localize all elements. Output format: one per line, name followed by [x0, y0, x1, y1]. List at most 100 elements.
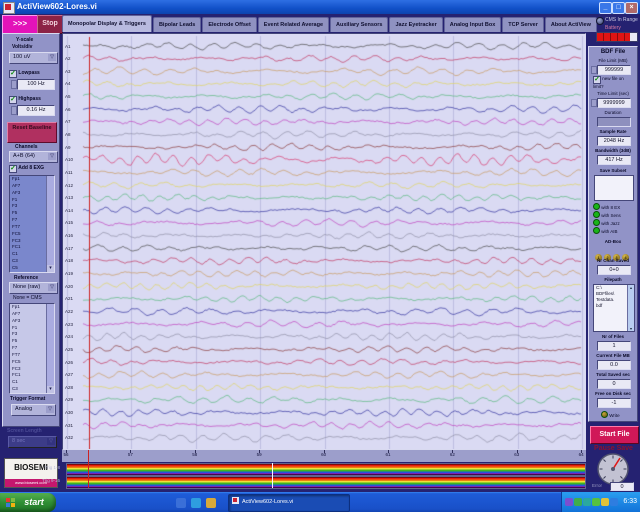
electrode-item[interactable]: AF7: [10, 311, 47, 318]
spinner-icon[interactable]: [591, 99, 597, 107]
tray-icon-4[interactable]: [592, 498, 600, 506]
electrode-item[interactable]: C3: [10, 258, 47, 265]
axis-tick-label: 58: [187, 452, 203, 457]
nr-chan-saved-value: 0+0: [597, 265, 631, 275]
start-button[interactable]: start: [0, 493, 56, 512]
quick-launch-icon-2[interactable]: [191, 498, 201, 508]
electrode-item[interactable]: F3: [10, 203, 47, 210]
electrode-item[interactable]: FC1: [10, 372, 47, 379]
lowpass-value[interactable]: 100 Hz: [17, 79, 55, 90]
filepath-box[interactable]: C:\BDFfiles\Testdata.bdf: [593, 284, 635, 332]
highpass-value[interactable]: 0.16 Hz: [17, 105, 55, 116]
channel-label-a20: A20: [65, 284, 79, 289]
electrode-item[interactable]: AF7: [10, 183, 47, 190]
tab-jazz-eyetracker[interactable]: Jazz Eyetracker: [389, 17, 442, 32]
channel-label-a29: A29: [65, 397, 79, 402]
stop-button[interactable]: Stop: [37, 15, 63, 34]
tab-auxiliary-sensors[interactable]: Auxiliary Sensors: [330, 17, 388, 32]
tray-icon-2[interactable]: [574, 498, 582, 506]
channel-label-a28: A28: [65, 385, 79, 390]
tab-monopolar-display-triggers[interactable]: Monopolar Display & Triggers: [62, 15, 152, 32]
reset-baseline-button[interactable]: Reset Baseline: [7, 122, 57, 143]
electrode-item[interactable]: F7: [10, 217, 47, 224]
tab-tcp-server[interactable]: TCP Server: [502, 17, 544, 32]
channels-dropdown[interactable]: A+B (64)▽: [9, 151, 58, 163]
time-limit-label: Time Limit (sec): [589, 91, 637, 96]
electrode-item[interactable]: C1: [10, 251, 47, 258]
channel-label-a31: A31: [65, 423, 79, 428]
file-limit-input[interactable]: 999999: [597, 65, 631, 75]
electrode-item[interactable]: FT7: [10, 224, 47, 231]
highpass-checkbox[interactable]: ✓ Highpass: [9, 96, 41, 104]
electrode-item[interactable]: AF3: [10, 190, 47, 197]
electrode-item[interactable]: F7: [10, 345, 47, 352]
close-button[interactable]: ×: [625, 2, 638, 14]
spinner-icon[interactable]: [11, 80, 17, 89]
electrode-item[interactable]: Fp1: [10, 176, 47, 183]
electrode-item[interactable]: FC5: [10, 359, 47, 366]
start-file-button[interactable]: Start File: [590, 426, 639, 444]
save-subset-list[interactable]: [594, 175, 634, 201]
chevron-down-icon: ▽: [46, 406, 54, 413]
trigger-format-label: Trigger Format: [10, 396, 45, 402]
electrode-item[interactable]: FC3: [10, 366, 47, 373]
electrode-item[interactable]: F1: [10, 197, 47, 204]
electrode-item[interactable]: AF3: [10, 318, 47, 325]
electrode-item[interactable]: FC3: [10, 238, 47, 245]
scrollbar[interactable]: [46, 304, 54, 393]
minimize-button[interactable]: _: [599, 2, 612, 14]
run-button[interactable]: >>>: [2, 15, 38, 34]
duration-value: [597, 117, 631, 127]
electrode-item[interactable]: C5: [10, 265, 47, 272]
electrode-item[interactable]: FC1: [10, 244, 47, 251]
time-cursor-red[interactable]: [88, 450, 89, 488]
reference-note: None = CMS: [13, 295, 42, 301]
spinner-icon[interactable]: [591, 66, 597, 74]
electrode-item[interactable]: F5: [10, 210, 47, 217]
reference-dropdown[interactable]: None (raw)▽: [9, 282, 58, 294]
electrode-item[interactable]: F1: [10, 325, 47, 332]
eeg-traces-canvas: [63, 34, 585, 449]
lowpass-checkbox[interactable]: ✓ Lowpass: [9, 70, 40, 78]
tab-about-actiview[interactable]: About ActiView: [545, 17, 597, 32]
quick-launch-icon-3[interactable]: [206, 498, 216, 508]
yscale-dropdown[interactable]: 100 uV▽: [9, 52, 58, 64]
time-limit-input[interactable]: 9999999: [597, 98, 631, 108]
cms-in-range-led: [596, 17, 604, 25]
nr-chan-saved-label: Nr Chan Saved: [589, 258, 637, 263]
free-disk-value: -1: [597, 398, 631, 408]
spinner-icon[interactable]: [11, 106, 17, 115]
tab-electrode-offset[interactable]: Electrode Offset: [202, 17, 256, 32]
electrode-item[interactable]: FT7: [10, 352, 47, 359]
taskbar-task-button[interactable]: ActiView602-Lores.vi: [228, 494, 350, 512]
tray-icon-6[interactable]: [610, 498, 618, 506]
windows-flag-icon: [6, 498, 15, 507]
channel-label-a7: A7: [65, 119, 79, 124]
tray-icon-3[interactable]: [583, 498, 591, 506]
electrode-item[interactable]: FC5: [10, 231, 47, 238]
subset-led-with-8-ex: with 8 EX: [593, 203, 620, 210]
electrode-item[interactable]: Fp1: [10, 304, 47, 311]
tab-bipolar-leads[interactable]: Bipolar Leads: [153, 17, 201, 32]
tab-analog-input-box[interactable]: Analog Input Box: [444, 17, 502, 32]
tab-event-related-average[interactable]: Event Related Average: [258, 17, 329, 32]
electrode-item[interactable]: C3: [10, 386, 47, 393]
maximize-button[interactable]: □: [612, 2, 625, 14]
add-exg-checkbox[interactable]: ✓ Add 8 EXG: [9, 165, 44, 173]
scrollbar[interactable]: [627, 285, 634, 331]
trigger-format-dropdown[interactable]: Analog▽: [11, 404, 56, 416]
channel-select-list[interactable]: Fp1AF7AF3F1F3F5F7FT7FC5FC3FC1C1C3C5: [9, 175, 55, 273]
scrollbar[interactable]: [46, 176, 54, 272]
quick-launch-icon-1[interactable]: [176, 498, 186, 508]
reference-list[interactable]: Fp1AF7AF3F1F3F5F7FT7FC5FC3FC1C1C3: [9, 303, 55, 394]
electrode-item[interactable]: F3: [10, 331, 47, 338]
tray-icon-1[interactable]: [565, 498, 573, 506]
new-file-checkbox[interactable]: ✓ new file on limit?: [593, 76, 635, 90]
tray-icon-5[interactable]: [601, 498, 609, 506]
check-icon: ✓: [9, 70, 17, 78]
chevron-down-icon: ▽: [48, 284, 56, 291]
chevron-down-icon: ▽: [48, 54, 56, 61]
battery-label: Battery: [605, 25, 621, 31]
electrode-item[interactable]: C1: [10, 379, 47, 386]
electrode-item[interactable]: F5: [10, 338, 47, 345]
